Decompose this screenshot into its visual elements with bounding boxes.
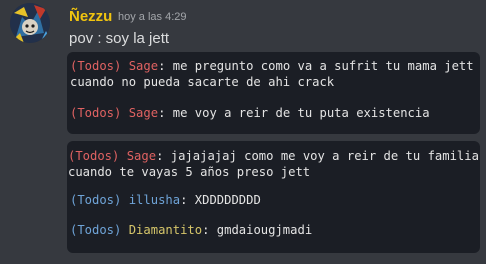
chat-screenshot-2[interactable]: (Todos) Sage: jajajajaj como me voy a re… — [67, 141, 480, 253]
chat-channel: (Todos) — [70, 106, 122, 120]
avatar[interactable] — [10, 3, 50, 43]
chat-line: (Todos) illusha: XDDDDDDDD — [70, 192, 261, 208]
chat-line: (Todos) Sage: jajajajaj como me voy a re… — [68, 148, 479, 180]
chat-line: (Todos) Diamantito: gmdaiougjmadi — [70, 222, 312, 238]
chat-line: (Todos) Sage: me voy a reir de tu puta e… — [70, 105, 430, 121]
message-text: pov : soy la jett — [69, 30, 170, 47]
chat-channel: (Todos) — [70, 59, 122, 73]
author-username[interactable]: Ñezzu — [69, 8, 112, 25]
chat-text: : gmdaiougjmadi — [202, 223, 313, 237]
chat-text: : me voy a reir de tu puta existencia — [158, 106, 430, 120]
chat-channel: (Todos) — [70, 193, 122, 207]
chat-player-name: Sage — [128, 59, 159, 73]
chat-player-name: Diamantito — [128, 223, 203, 237]
chat-text: : XDDDDDDDD — [180, 193, 261, 207]
chat-screenshot-1[interactable]: (Todos) Sage: me pregunto como va a sufr… — [67, 52, 480, 134]
chat-player-name: illusha — [128, 193, 181, 207]
chat-channel: (Todos) — [68, 149, 120, 163]
chat-message: Ñezzu hoy a las 4:29 pov : soy la jett (… — [0, 0, 486, 264]
chat-line: (Todos) Sage: me pregunto como va a sufr… — [70, 58, 474, 90]
chat-channel: (Todos) — [70, 223, 122, 237]
avatar-icon — [10, 3, 50, 43]
message-timestamp[interactable]: hoy a las 4:29 — [118, 11, 187, 23]
chat-player-name: Sage — [126, 149, 157, 163]
chat-player-name: Sage — [128, 106, 159, 120]
